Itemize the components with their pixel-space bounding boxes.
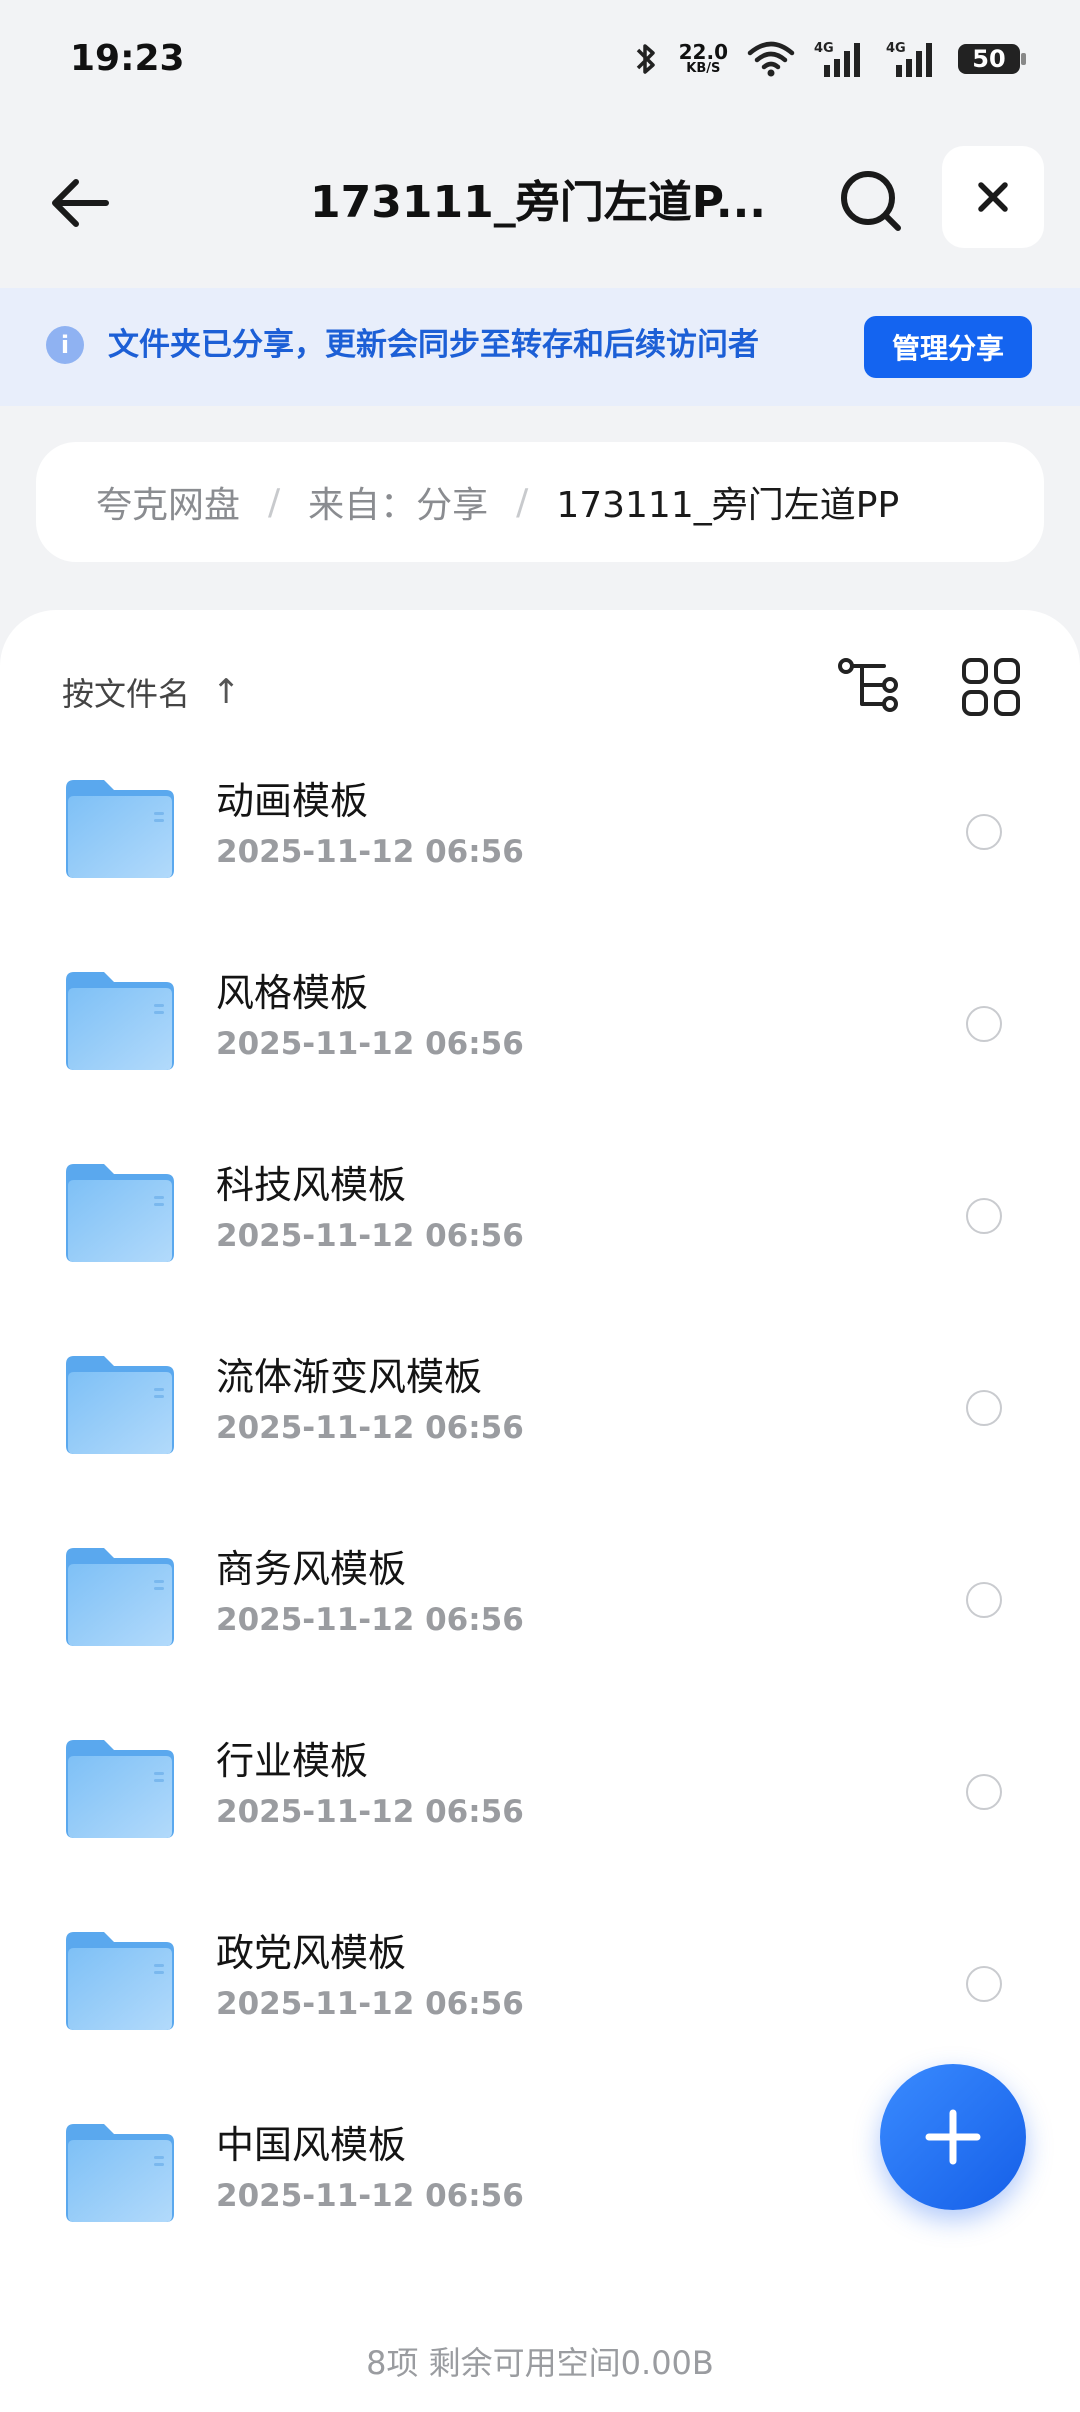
file-date: 2025-11-12 06:56 [216,834,524,870]
breadcrumb-separator: / [516,481,529,523]
plus-icon [925,2109,981,2165]
folder-icon [64,970,176,1072]
grid-view-button[interactable] [958,654,1024,720]
sort-control[interactable]: 按文件名 ↑ [62,652,241,732]
folder-icon [64,1546,176,1648]
folder-icon [66,780,174,878]
file-name: 政党风模板 [216,1931,407,1975]
folder-icon [66,1356,174,1454]
folder-icon [64,1354,176,1456]
folder-icon [66,2124,174,2222]
select-radio[interactable] [966,1966,1002,2002]
file-row[interactable]: 政党风模板 2025-11-12 06:56 [0,1896,1080,2088]
breadcrumb-current: 173111_旁门左道PP [556,485,900,526]
folder-icon [66,1740,174,1838]
file-date: 2025-11-12 06:56 [216,1026,524,1062]
bluetooth-icon [636,44,655,74]
file-row[interactable]: 科技风模板 2025-11-12 06:56 [0,1128,1080,1320]
breadcrumb-root[interactable]: 夸克网盘 [96,476,240,528]
breadcrumb-separator: / [268,481,281,523]
share-notice-text: 文件夹已分享，更新会同步至转存和后续访问者 [108,327,759,363]
file-name: 科技风模板 [216,1163,407,1207]
folder-icon [64,778,176,880]
back-button[interactable] [46,168,116,238]
close-button[interactable] [942,146,1044,248]
file-name: 行业模板 [216,1739,369,1783]
folder-icon [66,1932,174,2030]
folder-icon [64,2122,176,2224]
select-radio[interactable] [966,1390,1002,1426]
grid-icon [962,658,1020,716]
file-row[interactable]: 风格模板 2025-11-12 06:56 [0,936,1080,1128]
breadcrumb: 夸克网盘 / 来自：分享 / 173111_旁门左道PP [36,442,1044,562]
folder-icon [64,1930,176,2032]
add-button[interactable] [880,2064,1026,2210]
file-date: 2025-11-12 06:56 [216,1986,524,2022]
file-row[interactable]: 流体渐变风模板 2025-11-12 06:56 [0,1320,1080,1512]
file-name: 中国风模板 [216,2123,407,2167]
search-icon [841,171,901,231]
signal-4g-icon: 4G [814,41,860,77]
battery-icon: 50 [958,44,1026,74]
folder-icon [64,1738,176,1840]
file-name: 风格模板 [216,971,369,1015]
file-row[interactable]: 行业模板 2025-11-12 06:56 [0,1704,1080,1896]
file-date: 2025-11-12 06:56 [216,1794,524,1830]
file-row[interactable]: 动画模板 2025-11-12 06:56 [0,744,1080,936]
sort-label: 按文件名 [62,675,191,713]
select-radio[interactable] [966,1198,1002,1234]
status-time: 19:23 [70,38,185,79]
folder-icon [64,1162,176,1264]
file-date: 2025-11-12 06:56 [216,1218,524,1254]
arrow-left-icon [52,179,109,227]
select-radio[interactable] [966,1582,1002,1618]
tree-icon [838,658,898,712]
search-button[interactable] [834,164,910,240]
signal-4g-icon-2: 4G [886,41,932,77]
breadcrumb-middle[interactable]: 来自：分享 [308,476,488,528]
sort-arrow-up-icon: ↑ [212,672,241,712]
file-date: 2025-11-12 06:56 [216,2178,524,2214]
folder-icon [66,1548,174,1646]
svg-text:4G: 4G [814,41,834,56]
svg-text:4G: 4G [886,41,906,56]
folder-icon [66,972,174,1070]
folder-icon [66,1164,174,1262]
status-icons: 22.0 KB/S 4G 4G 50 [631,34,1026,84]
status-bar: 19:23 22.0 KB/S 4G 4G 50 [0,0,1080,120]
select-radio[interactable] [966,1006,1002,1042]
net-speed: 22.0 KB/S [678,40,728,76]
file-date: 2025-11-12 06:56 [216,1410,524,1446]
wifi-icon [747,41,795,77]
file-row[interactable]: 商务风模板 2025-11-12 06:56 [0,1512,1080,1704]
select-radio[interactable] [966,814,1002,850]
top-bar: 173111_旁门左道P... [0,140,1080,260]
file-name: 商务风模板 [216,1547,407,1591]
file-name: 动画模板 [216,779,369,823]
select-radio[interactable] [966,1774,1002,1810]
manage-share-button[interactable]: 管理分享 [864,316,1032,378]
tree-view-button[interactable] [836,654,902,720]
close-icon [978,182,1008,212]
share-banner: i 文件夹已分享，更新会同步至转存和后续访问者 管理分享 [0,288,1080,406]
storage-summary: 8项 剩余可用空间0.00B [366,2344,714,2382]
file-name: 流体渐变风模板 [216,1355,483,1399]
file-date: 2025-11-12 06:56 [216,1602,524,1638]
info-icon: i [46,326,84,364]
page-title: 173111_旁门左道P... [310,177,767,228]
